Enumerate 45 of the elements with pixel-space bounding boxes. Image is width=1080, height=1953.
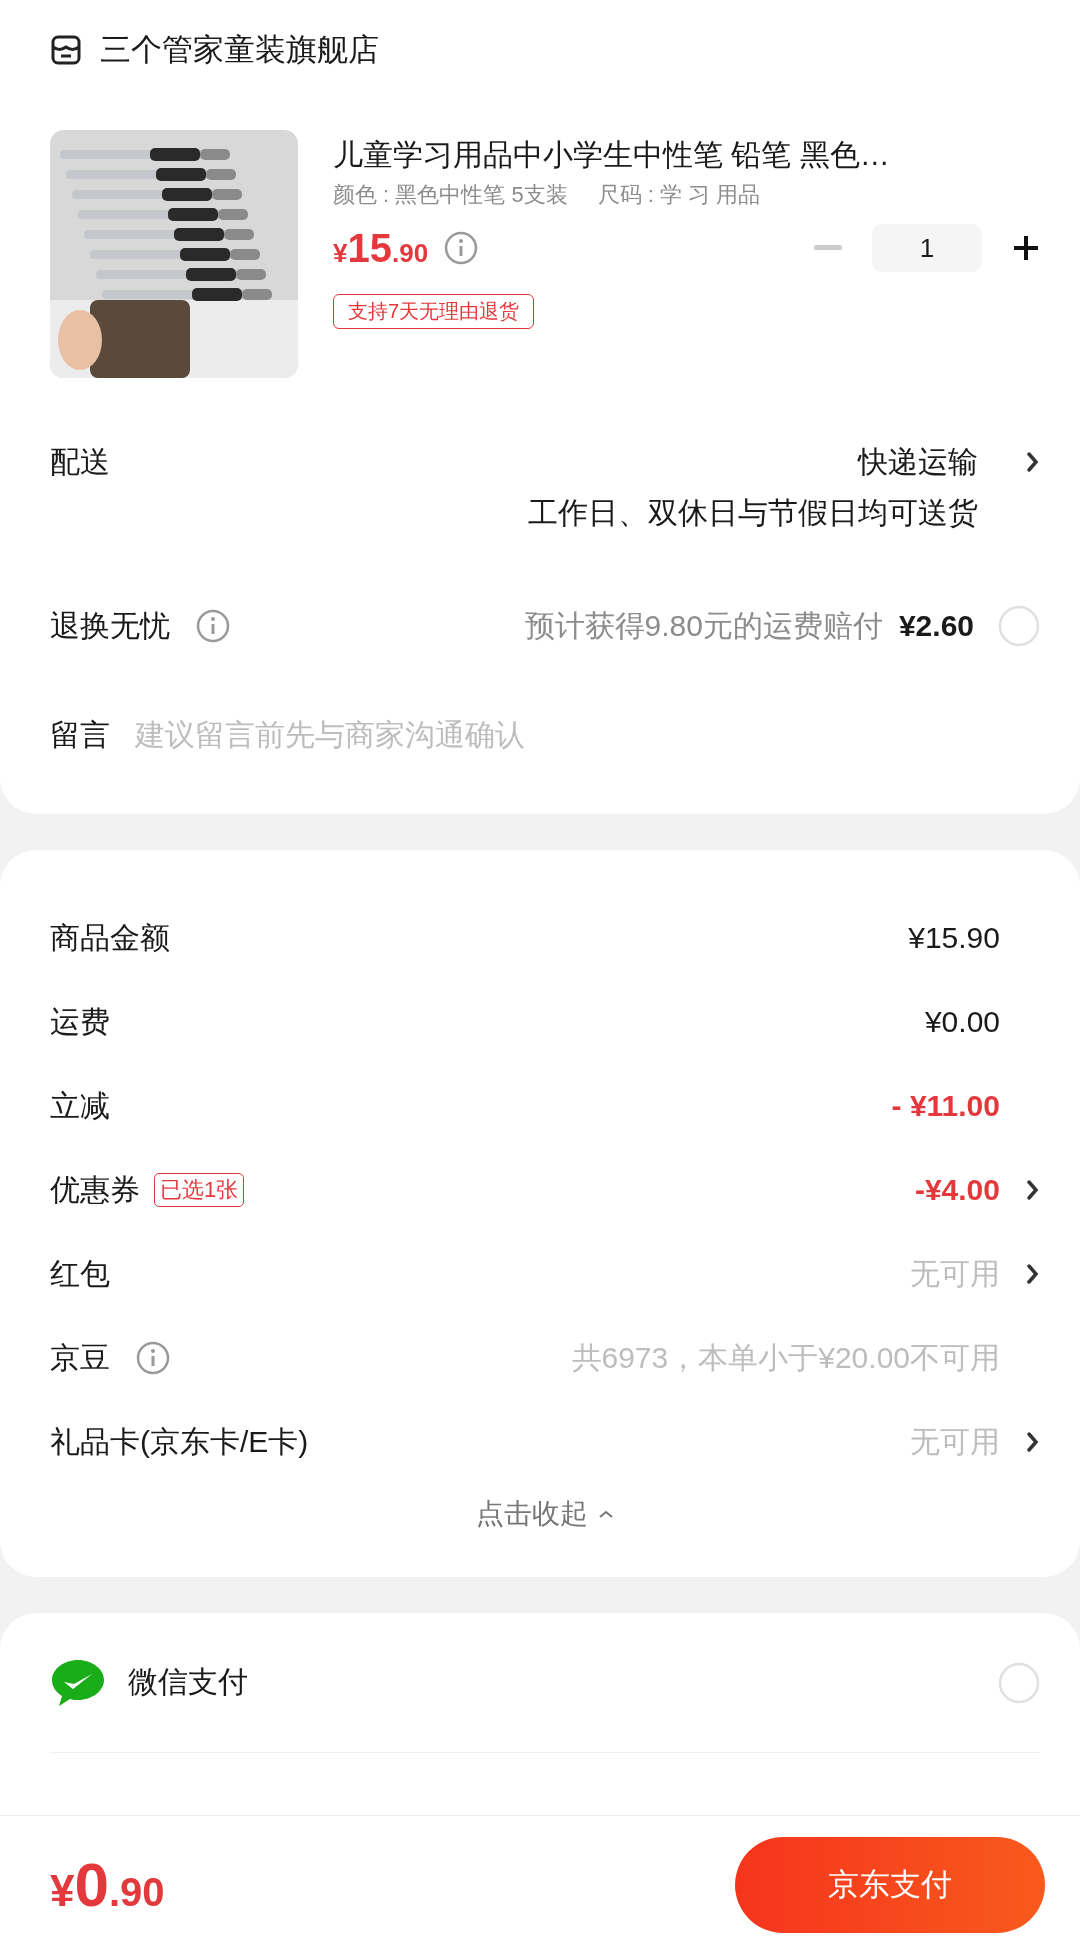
chat-check-icon <box>50 1657 106 1708</box>
pay-button[interactable]: 京东支付 <box>735 1836 1045 1933</box>
message-label: 留言 <box>50 716 110 753</box>
total-price: ¥0.90 <box>50 1849 165 1920</box>
info-icon[interactable] <box>444 231 479 265</box>
plus-icon[interactable] <box>1012 234 1040 262</box>
store-name[interactable]: 三个管家童装旗舰店 <box>100 29 379 71</box>
collapse-button[interactable]: 点击收起 <box>470 1484 620 1544</box>
payment-method[interactable]: 微信支付 <box>128 1662 248 1703</box>
summary-label: 立减 <box>50 1087 110 1124</box>
chevron-icon <box>1026 1263 1040 1285</box>
chevron-icon <box>1026 1431 1040 1453</box>
minus-icon[interactable] <box>814 245 842 251</box>
summary-label: 运费 <box>50 1003 110 1040</box>
coupon-badge: 已选1张 <box>154 1173 245 1207</box>
summary-value: ¥15.90 <box>908 921 1000 955</box>
summary-label: 优惠券 <box>50 1171 140 1208</box>
chevron-icon <box>1026 451 1040 473</box>
summary-value[interactable]: -¥4.00 <box>914 1173 1000 1207</box>
info-icon[interactable] <box>196 609 230 643</box>
delivery-label: 配送 <box>50 444 110 480</box>
product-price: ¥15.90 <box>333 225 429 271</box>
product-spec: 尺码 : 学 习 用品 <box>597 181 761 209</box>
radio-button[interactable] <box>998 1661 1040 1704</box>
quantity-field[interactable]: 1 <box>872 224 982 272</box>
summary-value: 共6973，本单小于¥20.00不可用 <box>571 1339 1000 1376</box>
chevron-icon <box>1026 1179 1040 1201</box>
summary-label: 商品金额 <box>50 919 170 956</box>
summary-value: - ¥11.00 <box>891 1089 1000 1123</box>
summary-label: 京豆 <box>50 1339 110 1376</box>
return-policy-tag: 支持7天无理由退货 <box>333 294 535 329</box>
return-insurance-price: ¥2.60 <box>898 609 974 643</box>
delivery-method[interactable]: 快递运输 <box>858 442 978 483</box>
delivery-note: 工作日、双休日与节假日均可送货 <box>528 495 978 531</box>
caret-up-icon <box>598 1509 614 1519</box>
summary-value: ¥0.00 <box>924 1005 1000 1039</box>
radio-button[interactable] <box>998 605 1040 647</box>
info-icon[interactable] <box>136 1341 170 1375</box>
product-spec: 颜色 : 黑色中性笔 5支装 <box>333 181 568 209</box>
product-title[interactable]: 儿童学习用品中小学生中性笔 铅笔 黑色… <box>333 134 1040 176</box>
summary-label: 礼品卡(京东卡/E卡) <box>50 1423 309 1460</box>
return-insurance-note: 预计获得9.80元的运费赔付 <box>524 607 883 644</box>
store-icon <box>50 34 82 66</box>
return-insurance-label: 退换无忧 <box>50 607 170 644</box>
summary-label: 红包 <box>50 1255 110 1292</box>
